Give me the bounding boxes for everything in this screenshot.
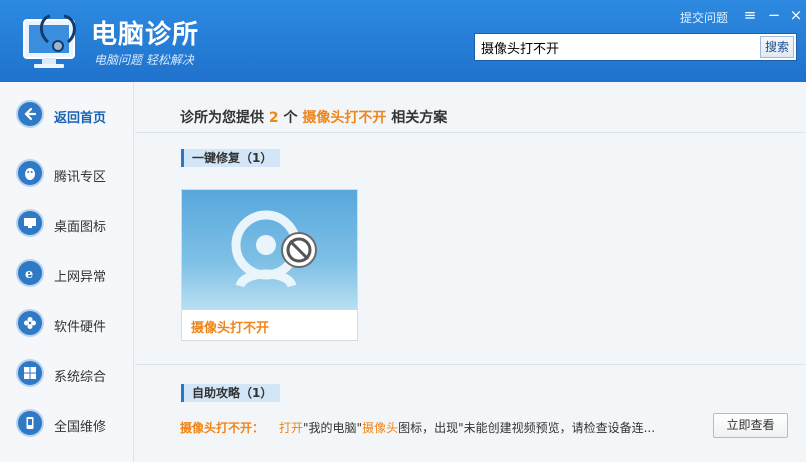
monitor-icon xyxy=(16,209,44,237)
divider xyxy=(135,132,806,133)
phone-icon xyxy=(16,409,44,437)
desc-part: 打开 xyxy=(279,421,304,435)
section-self-help-guide: 自助攻略（1） xyxy=(181,384,281,402)
penguin-icon xyxy=(16,159,44,187)
result-count: 2 xyxy=(268,110,279,126)
logo-stethoscope-monitor-icon xyxy=(23,14,76,68)
sidebar-item-label: 软件硬件 xyxy=(54,320,107,335)
fix-card-webcam[interactable]: 摄像头打不开 xyxy=(181,189,358,341)
sidebar-item-label: 系统综合 xyxy=(54,370,107,385)
search-input[interactable] xyxy=(475,34,758,60)
back-arrow-icon xyxy=(16,100,44,128)
guide-description: 打开"我的电脑"摄像头图标，出现"未能创建视频预览，请检查设备连... xyxy=(279,419,655,436)
headline-prefix: 诊所为您提供 xyxy=(180,110,264,126)
search-box: 搜索 xyxy=(474,33,797,61)
svg-text:e: e xyxy=(25,267,33,281)
pinwheel-icon xyxy=(16,309,44,337)
guide-title[interactable]: 摄像头打不开： xyxy=(180,419,264,436)
sidebar-item-label: 腾讯专区 xyxy=(54,170,107,185)
search-button[interactable]: 搜索 xyxy=(760,36,794,58)
desc-part: 图标，出现"未能创建视频预览，请检查设备连... xyxy=(398,421,656,435)
close-icon[interactable]: × xyxy=(787,6,805,24)
sidebar-item-label: 上网异常 xyxy=(54,270,107,285)
minimize-icon[interactable]: − xyxy=(765,6,783,24)
sidebar-item-home[interactable]: 返回首页 xyxy=(0,95,134,135)
card-title: 摄像头打不开 xyxy=(191,321,270,336)
menu-icon[interactable]: ≡ xyxy=(741,6,759,24)
section-one-click-fix: 一键修复（1） xyxy=(181,149,281,167)
sidebar-item-tencent[interactable]: 腾讯专区 xyxy=(0,154,134,194)
app-title: 电脑诊所 xyxy=(91,20,200,50)
sidebar-item-network[interactable]: e 上网异常 xyxy=(0,254,134,294)
sidebar-item-system[interactable]: 系统综合 xyxy=(0,354,134,394)
desc-part: "我的电脑" xyxy=(303,421,363,435)
sidebar-item-desktop-icons[interactable]: 桌面图标 xyxy=(0,204,134,244)
sidebar: 返回首页 腾讯专区 桌面图标 e 上网异常 软件硬件 系统综合 全国维修 xyxy=(0,82,134,462)
card-image xyxy=(182,190,357,310)
windows-icon xyxy=(16,359,44,387)
headline-suffix: 相关方案 xyxy=(391,110,448,126)
sidebar-item-label: 桌面图标 xyxy=(54,220,107,235)
main-content: 诊所为您提供 2 个 摄像头打不开 相关方案 一键修复（1） 摄像头打不开 自助… xyxy=(135,82,806,462)
app-slogan: 电脑问题 轻松解决 xyxy=(94,53,194,67)
submit-question-link[interactable]: 提交问题 xyxy=(680,9,728,26)
search-keyword: 摄像头打不开 xyxy=(302,110,387,126)
divider xyxy=(135,364,806,365)
desc-part: 摄像头 xyxy=(362,421,399,435)
sidebar-item-label: 全国维修 xyxy=(54,420,107,435)
ie-icon: e xyxy=(16,259,44,287)
results-headline: 诊所为您提供 2 个 摄像头打不开 相关方案 xyxy=(180,107,447,127)
view-now-button[interactable]: 立即查看 xyxy=(713,413,788,438)
sidebar-item-software-hardware[interactable]: 软件硬件 xyxy=(0,304,134,344)
headline-middle: 个 xyxy=(283,110,298,126)
webcam-disabled-icon xyxy=(231,210,317,289)
title-bar: 电脑诊所 电脑问题 轻松解决 提交问题 ≡ − × 搜索 xyxy=(0,0,806,82)
sidebar-item-label: 返回首页 xyxy=(54,111,107,126)
sidebar-item-repair[interactable]: 全国维修 xyxy=(0,404,134,444)
